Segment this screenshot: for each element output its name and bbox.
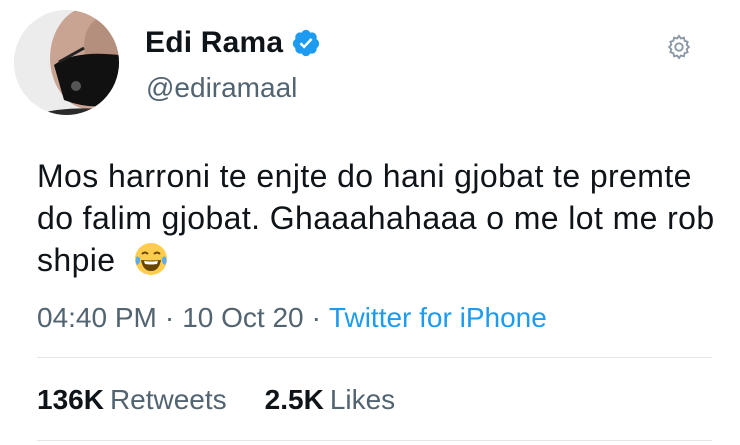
likes-stat[interactable]: 2.5K Likes [265, 384, 396, 415]
retweets-count: 136K [37, 384, 104, 415]
avatar-image [14, 10, 119, 115]
tweet-body: Mos harroni te enjte do hani gjobat te p… [37, 155, 717, 281]
tweet-stats: 136K Retweets 2.5K Likes [37, 384, 395, 416]
profile-avatar[interactable] [14, 10, 119, 115]
tears-of-joy-emoji-icon [134, 243, 167, 275]
tweet-date[interactable]: 10 Oct 20 [182, 302, 303, 333]
divider [37, 357, 712, 358]
author-name-row: Edi Rama [145, 26, 321, 60]
author-name[interactable]: Edi Rama [145, 26, 283, 60]
likes-count: 2.5K [264, 384, 324, 415]
meta-separator-2: · [311, 302, 321, 333]
tweet-metadata: 04:40 PM · 10 Oct 20 · Twitter for iPhone [37, 302, 547, 334]
tweet-source-link[interactable]: Twitter for iPhone [329, 302, 547, 333]
meta-separator: · [164, 302, 175, 333]
author-handle[interactable]: @ediramaal [146, 72, 297, 104]
tweet-time: 04:40 PM [37, 302, 157, 333]
verified-badge-icon [293, 29, 320, 57]
retweets-label: Retweets [109, 384, 227, 415]
retweets-stat[interactable]: 136K Retweets [37, 384, 227, 415]
gear-icon[interactable] [665, 33, 693, 61]
divider-bottom [37, 440, 712, 441]
likes-label: Likes [329, 384, 396, 415]
